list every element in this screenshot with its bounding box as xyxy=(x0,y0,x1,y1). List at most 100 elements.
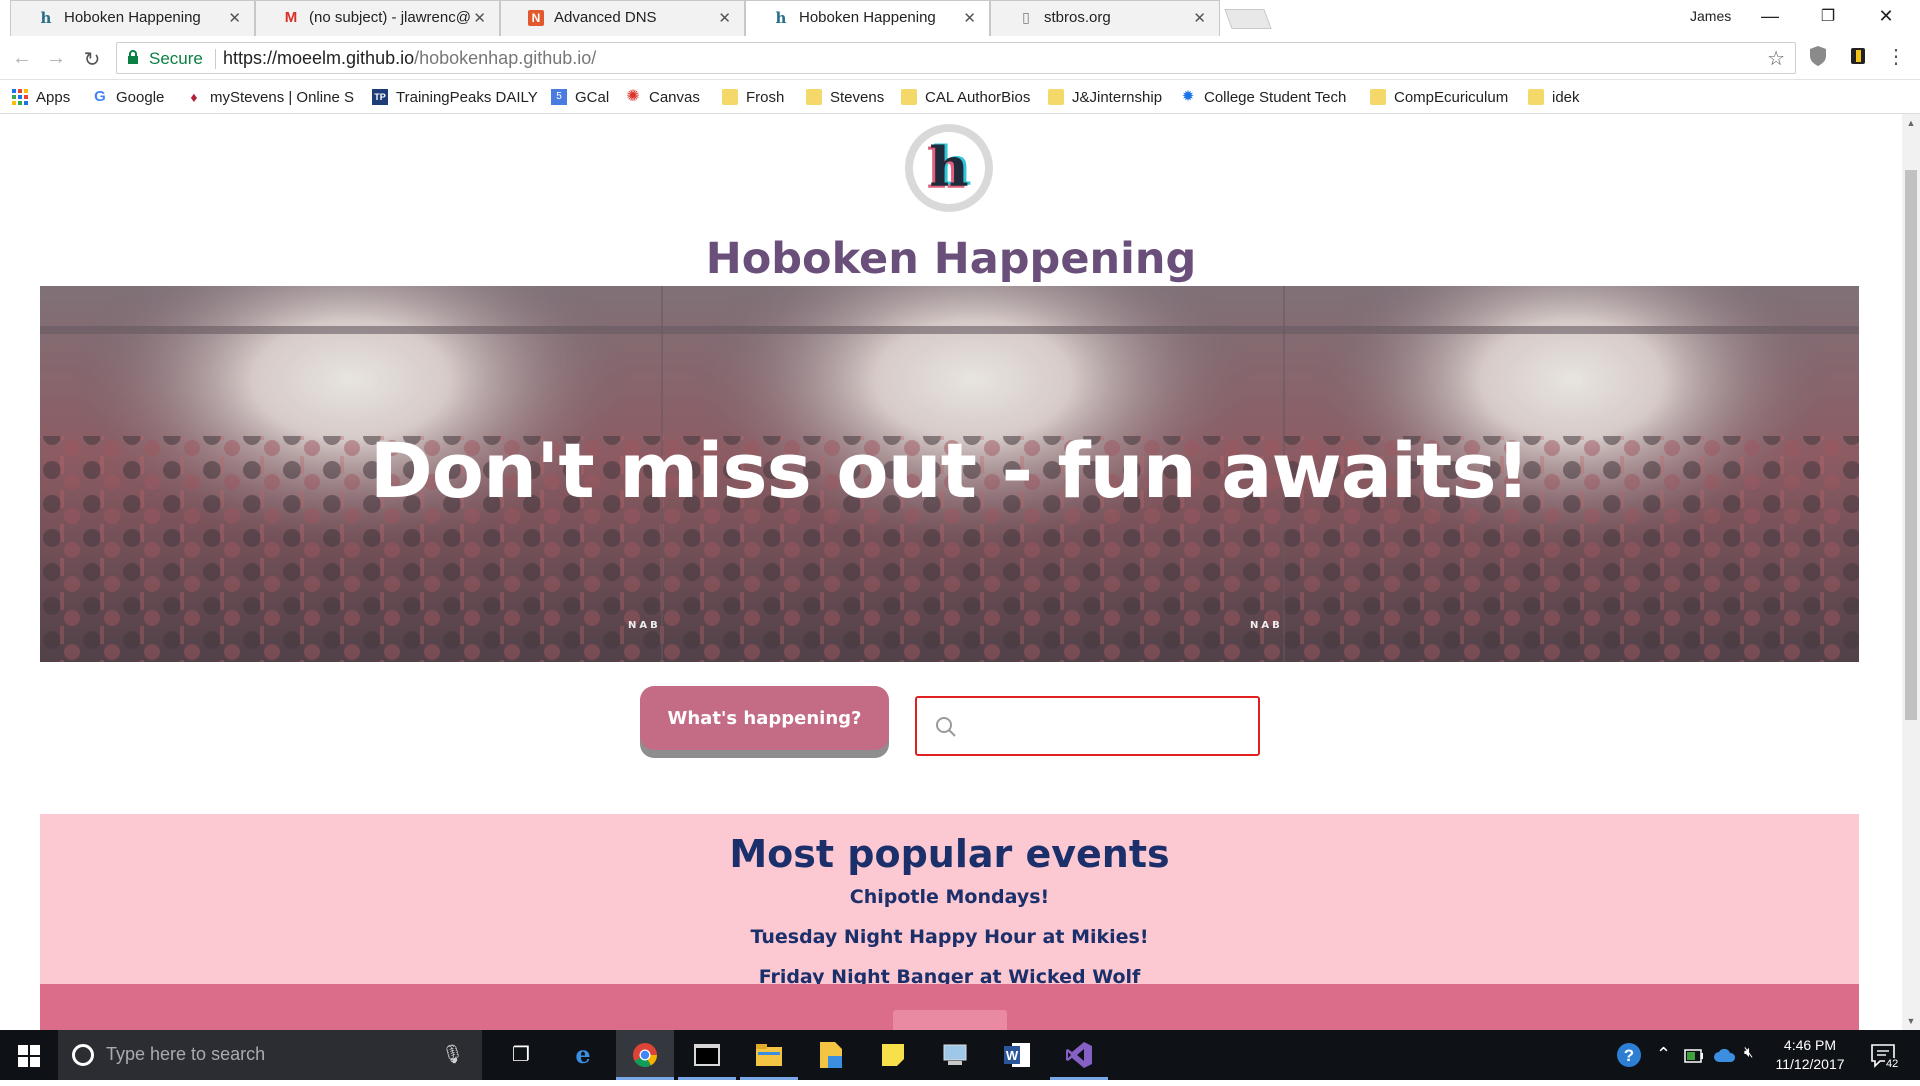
bookmark-idek[interactable]: idek xyxy=(1528,87,1580,107)
minimize-icon[interactable]: — xyxy=(1750,6,1790,27)
bookmark-frosh[interactable]: Frosh xyxy=(722,87,784,107)
sticky-note-logo xyxy=(882,1044,904,1066)
close-icon[interactable]: ✕ xyxy=(473,9,486,27)
windows-start-icon[interactable] xyxy=(18,1045,40,1067)
bookmark-compecuriculum[interactable]: CompEcuriculum xyxy=(1370,87,1508,107)
bookmark-label: CompEcuriculum xyxy=(1394,88,1509,106)
url-text[interactable]: https://moeelm.github.io/hobokenhap.gith… xyxy=(223,48,596,69)
folder-icon xyxy=(1370,89,1386,105)
forward-icon[interactable]: → xyxy=(44,47,68,70)
web-page: h Hoboken Happening Don't miss out - fun… xyxy=(0,114,1902,1030)
file-icon[interactable] xyxy=(802,1030,860,1080)
search-input[interactable] xyxy=(969,708,1249,744)
wallet-extension-icon[interactable] xyxy=(1848,45,1868,67)
hero-caption: Don't miss out - fun awaits! xyxy=(369,426,1531,515)
folder-icon xyxy=(722,89,738,105)
bookmark-apps[interactable]: Apps xyxy=(12,87,70,107)
bookmark-google[interactable]: G Google xyxy=(92,87,164,107)
bookmark-trainingpeaks[interactable]: TP TrainingPeaks DAILY xyxy=(372,87,538,107)
edge-icon[interactable]: e xyxy=(554,1030,612,1080)
onedrive-icon[interactable] xyxy=(1714,1046,1736,1067)
tab-gmail[interactable]: M (no subject) - jlawrenc@ ✕ xyxy=(255,0,500,36)
photo-watermark: NAB xyxy=(628,620,661,631)
whats-happening-button[interactable]: What's happening? xyxy=(640,686,889,750)
bookmark-star-icon[interactable]: ☆ xyxy=(1767,46,1785,71)
bookmark-stevens[interactable]: Stevens xyxy=(806,87,884,107)
browser-tab-strip: h Hoboken Happening ✕ M (no subject) - j… xyxy=(0,0,1920,36)
gmail-icon: M xyxy=(284,9,298,26)
close-icon[interactable]: ✕ xyxy=(228,9,241,27)
next-section-band xyxy=(40,984,1859,1030)
folder-icon xyxy=(901,89,917,105)
restore-icon[interactable]: ❐ xyxy=(1808,6,1848,26)
bookmark-label: Apps xyxy=(36,88,71,106)
reload-icon[interactable]: ↻ xyxy=(80,47,104,72)
svg-text:?: ? xyxy=(1624,1046,1634,1065)
menu-icon[interactable]: ⋮ xyxy=(1886,44,1906,69)
clock-time: 4:46 PM xyxy=(1783,1037,1837,1053)
bookmark-gcal[interactable]: 5 GCal xyxy=(551,87,609,107)
bookmark-label: Frosh xyxy=(746,88,785,106)
microphone-icon[interactable]: 🎙 xyxy=(441,1044,464,1065)
cortana-icon xyxy=(72,1044,94,1066)
page-scrollbar[interactable]: ▲ ▼ xyxy=(1902,114,1920,1030)
new-tab-button[interactable] xyxy=(1224,9,1272,29)
popular-event-item[interactable]: Tuesday Night Happy Hour at Mikies! xyxy=(40,926,1859,948)
bookmark-cal-authorbios[interactable]: CAL AuthorBios xyxy=(901,87,1030,107)
trainingpeaks-icon: TP xyxy=(372,89,388,105)
hoboken-h-icon: h xyxy=(775,9,787,27)
scroll-down-icon[interactable]: ▼ xyxy=(1902,1016,1920,1026)
chevron-up-icon[interactable]: ⌃ xyxy=(1656,1044,1671,1065)
help-icon[interactable]: ? xyxy=(1616,1042,1642,1073)
popular-event-item[interactable]: Chipotle Mondays! xyxy=(40,886,1859,908)
battery-logo xyxy=(1684,1049,1703,1063)
close-icon[interactable]: ✕ xyxy=(963,9,976,27)
tab-title: Advanced DNS xyxy=(554,9,657,26)
sticky-notes-icon[interactable] xyxy=(864,1030,922,1080)
site-title: Hoboken Happening xyxy=(705,234,1197,284)
visual-studio-icon[interactable] xyxy=(1050,1030,1108,1080)
close-window-icon[interactable]: ✕ xyxy=(1866,6,1906,27)
lock-icon xyxy=(128,50,138,64)
url-path: /hobokenhap.github.io/ xyxy=(414,48,597,68)
chrome-icon[interactable] xyxy=(616,1030,674,1080)
bookmark-mystevens[interactable]: ♦ myStevens | Online S xyxy=(186,87,356,107)
bookmark-label: Stevens xyxy=(830,88,885,106)
terminal-icon[interactable] xyxy=(678,1030,736,1080)
file-explorer-icon[interactable] xyxy=(740,1030,798,1080)
logo-inner: h xyxy=(913,132,985,204)
address-bar[interactable]: Secure https://moeelm.github.io/hobokenh… xyxy=(116,42,1796,74)
profile-name[interactable]: James xyxy=(1690,8,1731,24)
site-logo[interactable]: h xyxy=(905,124,993,212)
close-icon[interactable]: ✕ xyxy=(1193,9,1206,27)
photo-watermark: NAB xyxy=(1250,620,1283,631)
bookmark-label: Canvas xyxy=(649,88,700,106)
scroll-up-icon[interactable]: ▲ xyxy=(1902,118,1920,128)
tab-hoboken-happening-active[interactable]: h Hoboken Happening ✕ xyxy=(745,0,990,36)
svg-text:W: W xyxy=(1006,1048,1019,1063)
event-search-box[interactable] xyxy=(915,696,1260,756)
bookmark-college-student-tech[interactable]: ✹ College Student Tech xyxy=(1180,87,1350,107)
close-icon[interactable]: ✕ xyxy=(718,9,731,27)
scroll-thumb[interactable] xyxy=(1905,170,1917,720)
battery-icon[interactable] xyxy=(1684,1047,1704,1068)
taskbar-clock[interactable]: 4:46 PM 11/12/2017 xyxy=(1760,1036,1860,1074)
document-logo xyxy=(820,1042,842,1068)
terminal-logo xyxy=(694,1044,720,1066)
bookmark-label: J&Jinternship xyxy=(1072,88,1163,106)
tab-hoboken-happening-1[interactable]: h Hoboken Happening ✕ xyxy=(10,0,255,36)
network-icon[interactable] xyxy=(926,1030,984,1080)
shield-extension-icon[interactable] xyxy=(1808,45,1828,67)
back-icon[interactable]: ← xyxy=(10,47,34,70)
bookmark-jj-internship[interactable]: J&Jinternship xyxy=(1048,87,1162,107)
bookmark-canvas[interactable]: ✺ Canvas xyxy=(625,87,700,107)
tab-advanced-dns[interactable]: N Advanced DNS ✕ xyxy=(500,0,745,36)
popular-events-section: Most popular events Chipotle Mondays! Tu… xyxy=(40,814,1859,988)
word-icon[interactable]: W xyxy=(988,1030,1046,1080)
help-logo: ? xyxy=(1617,1043,1641,1067)
bookmark-label: TrainingPeaks DAILY xyxy=(396,88,538,106)
task-view-icon[interactable]: ❐ xyxy=(492,1030,550,1080)
taskbar-search-box[interactable]: Type here to search 🎙 xyxy=(58,1030,482,1080)
tab-stbros[interactable]: ▯ stbros.org ✕ xyxy=(990,0,1220,36)
volume-muted-icon[interactable]: 🔇︎ xyxy=(1744,1044,1753,1061)
